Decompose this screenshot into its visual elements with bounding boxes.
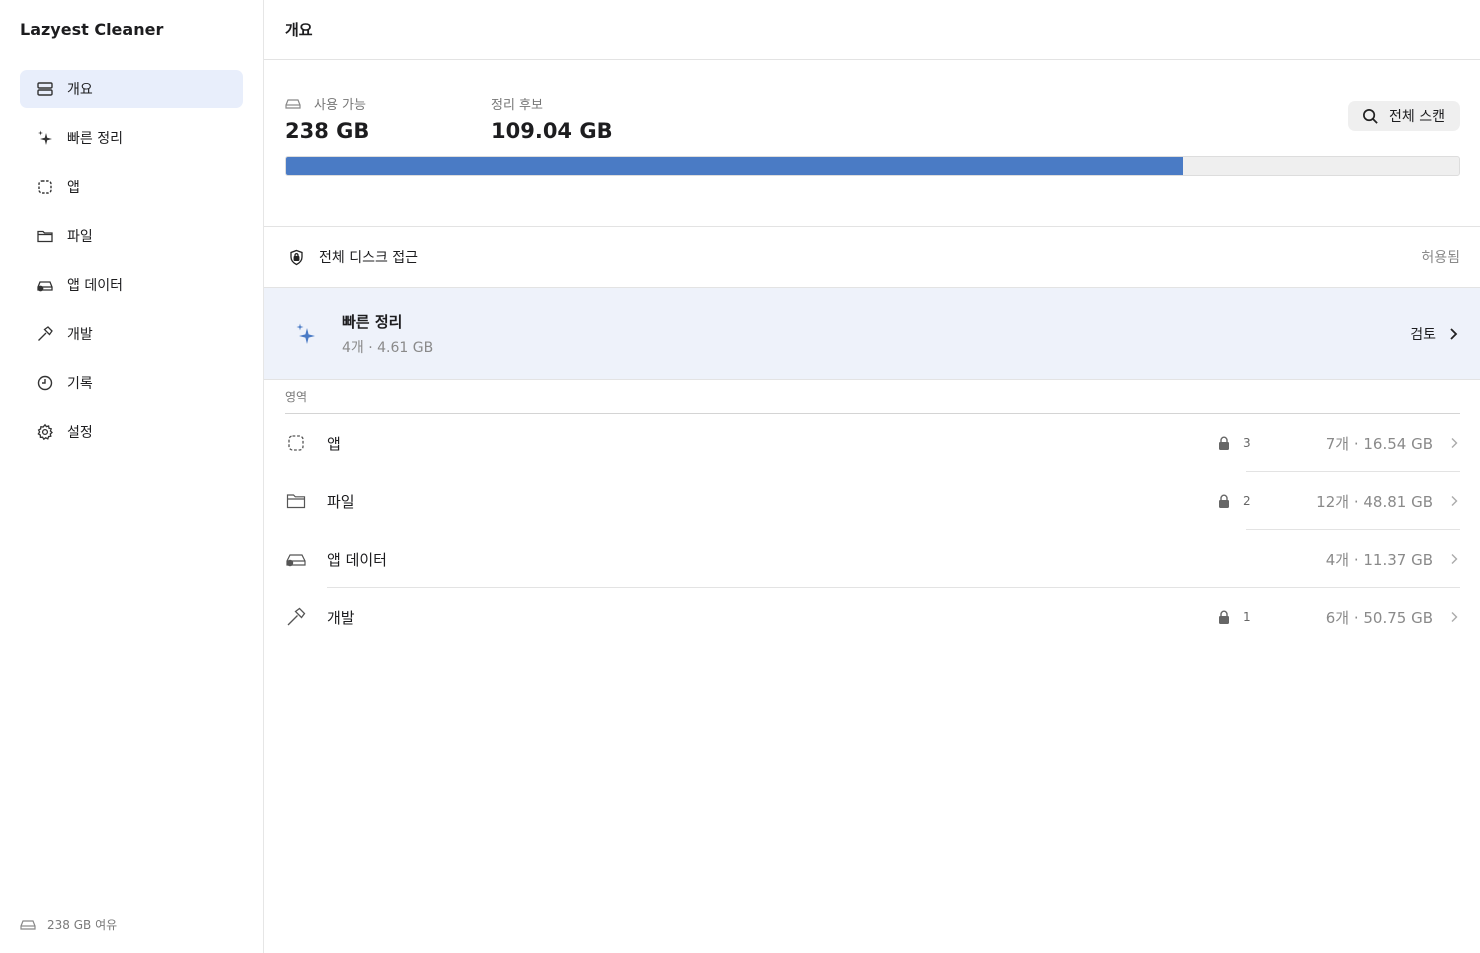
sidebar-item-label: 기록 <box>67 376 93 392</box>
chevron-right-icon <box>1450 327 1458 340</box>
app-icon <box>285 430 311 456</box>
folder-icon <box>285 488 311 514</box>
candidate-value: 109.04 GB <box>491 119 613 143</box>
available-label: 사용 가능 <box>314 98 366 113</box>
hammer-icon <box>285 604 311 630</box>
sidebar-item-settings[interactable]: 설정 <box>20 413 243 451</box>
app-data-icon <box>285 546 311 572</box>
locked-count: 2 <box>1243 494 1251 508</box>
full-disk-access-title: 전체 디스크 접근 <box>319 250 419 266</box>
sidebar-item-dev[interactable]: 개발 <box>20 315 243 353</box>
locked-count: 1 <box>1243 610 1251 624</box>
sidebar: Lazyest Cleaner 개요 빠른 정리 앱 파일 앱 데이터 개발 기… <box>0 0 264 953</box>
full-disk-access-row[interactable]: 전체 디스크 접근 허용됨 <box>264 227 1480 288</box>
lock-icon <box>1219 494 1229 508</box>
shield-lock-icon <box>290 249 303 265</box>
area-size: 6개 · 50.75 GB <box>1325 608 1433 627</box>
area-size: 4개 · 11.37 GB <box>1325 550 1433 569</box>
area-row-files[interactable]: 파일 2 12개 · 48.81 GB <box>285 472 1460 530</box>
sidebar-item-quick-clean[interactable]: 빠른 정리 <box>20 119 243 157</box>
chevron-right-icon <box>1451 612 1458 622</box>
app-title: Lazyest Cleaner <box>20 20 164 39</box>
chevron-right-icon <box>1451 438 1458 448</box>
area-size: 7개 · 16.54 GB <box>1325 434 1433 453</box>
sidebar-item-history[interactable]: 기록 <box>20 364 243 402</box>
area-name: 개발 <box>327 608 355 627</box>
quick-clean-title: 빠른 정리 <box>342 312 403 331</box>
disk-icon <box>20 919 36 930</box>
quick-clean-summary: 4개 · 4.61 GB <box>342 339 434 356</box>
sidebar-item-label: 개요 <box>67 82 93 98</box>
app-data-icon <box>34 274 56 296</box>
review-button[interactable]: 검토 <box>1410 324 1460 344</box>
overview-icon <box>34 78 56 100</box>
folder-icon <box>34 225 56 247</box>
area-row-dev[interactable]: 개발 1 6개 · 50.75 GB <box>285 588 1460 646</box>
storage-progress-fill <box>286 157 1184 175</box>
sidebar-item-label: 빠른 정리 <box>67 131 123 147</box>
clock-icon <box>34 372 56 394</box>
lock-icon <box>1219 436 1229 450</box>
area-row-apps[interactable]: 앱 3 7개 · 16.54 GB <box>285 414 1460 472</box>
quick-clean-row[interactable]: 빠른 정리 4개 · 4.61 GB 검토 <box>264 288 1480 380</box>
area-list: 앱 3 7개 · 16.54 GB 파일 2 12개 · 48.81 GB 앱 … <box>285 414 1460 646</box>
sidebar-item-label: 파일 <box>67 229 93 245</box>
page-title: 개요 <box>264 0 1480 60</box>
candidate-stat: 정리 후보 109.04 GB <box>491 94 613 143</box>
full-disk-access-status: 허용됨 <box>1421 250 1460 266</box>
storage-progress-bar <box>285 156 1460 176</box>
sidebar-item-label: 앱 데이터 <box>67 278 123 294</box>
area-name: 앱 데이터 <box>327 550 387 569</box>
sidebar-item-overview[interactable]: 개요 <box>20 70 243 108</box>
available-stat: 사용 가능 238 GB <box>285 94 369 143</box>
area-name: 앱 <box>327 434 341 453</box>
sidebar-item-label: 개발 <box>67 327 93 343</box>
hammer-icon <box>34 323 56 345</box>
full-scan-label: 전체 스캔 <box>1389 109 1445 125</box>
storage-summary: 사용 가능 238 GB 정리 후보 109.04 GB 전체 스캔 <box>264 60 1480 227</box>
sidebar-item-app-data[interactable]: 앱 데이터 <box>20 266 243 304</box>
main-content: 개요 사용 가능 238 GB 정리 후보 109.04 GB 전체 스캔 전체… <box>264 0 1480 953</box>
chevron-right-icon <box>1451 496 1458 506</box>
sidebar-item-files[interactable]: 파일 <box>20 217 243 255</box>
disk-icon <box>285 98 301 109</box>
area-name: 파일 <box>327 492 355 511</box>
sparkle-icon <box>296 323 315 344</box>
area-row-app-data[interactable]: 앱 데이터 4개 · 11.37 GB <box>285 530 1460 588</box>
free-space-label: 238 GB 여유 <box>47 918 118 932</box>
app-icon <box>34 176 56 198</box>
gear-icon <box>34 421 56 443</box>
sparkle-icon <box>34 127 56 149</box>
sidebar-item-label: 설정 <box>67 425 93 441</box>
sidebar-nav: 개요 빠른 정리 앱 파일 앱 데이터 개발 기록 설정 <box>20 70 243 462</box>
areas-section-label: 영역 <box>285 380 1460 414</box>
candidate-label: 정리 후보 <box>491 98 543 113</box>
chevron-right-icon <box>1451 554 1458 564</box>
lock-icon <box>1219 610 1229 624</box>
search-icon <box>1363 108 1378 124</box>
sidebar-item-label: 앱 <box>67 180 80 196</box>
area-size: 12개 · 48.81 GB <box>1316 492 1433 511</box>
locked-count: 3 <box>1243 436 1251 450</box>
sidebar-item-apps[interactable]: 앱 <box>20 168 243 206</box>
available-value: 238 GB <box>285 119 370 143</box>
free-space-status: 238 GB 여유 <box>20 916 117 933</box>
review-label: 검토 <box>1410 326 1436 343</box>
full-scan-button[interactable]: 전체 스캔 <box>1348 101 1460 131</box>
